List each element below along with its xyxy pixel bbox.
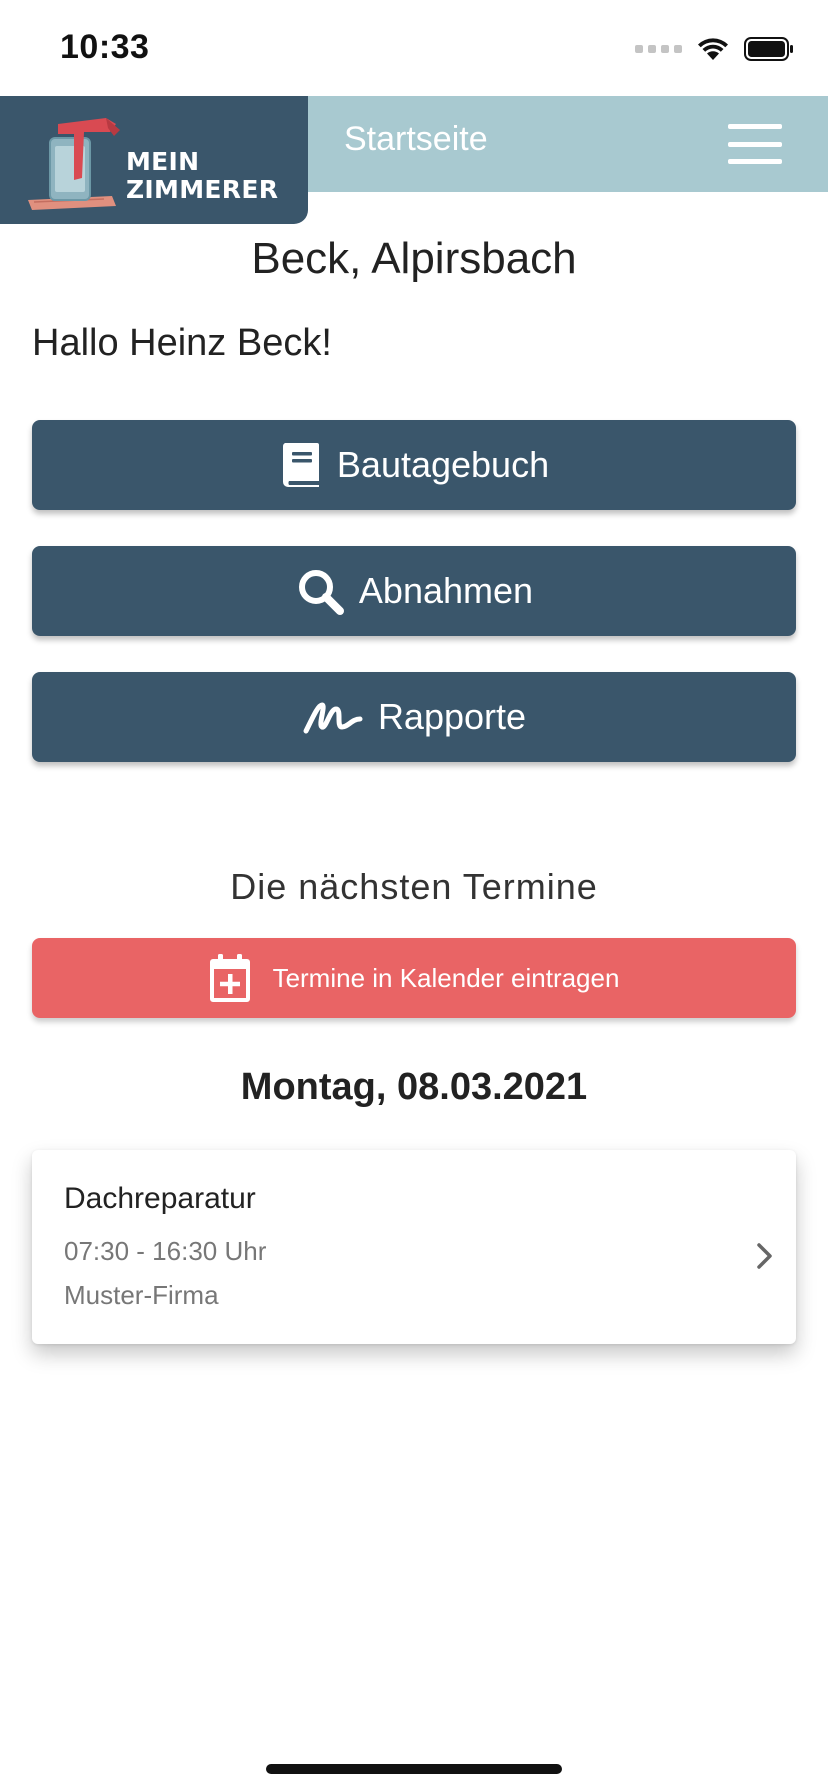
home-indicator[interactable] [266, 1764, 562, 1774]
logo-line-2: ZIMMERER [126, 175, 279, 204]
greeting-text: Hallo Heinz Beck! [32, 322, 332, 364]
event-time: 07:30 - 16:30 Uhr [64, 1236, 267, 1266]
cellular-signal-icon [635, 45, 682, 53]
status-time: 10:33 [60, 28, 150, 66]
event-title: Dachreparatur [64, 1182, 256, 1215]
logo-line-1: MEIN [126, 147, 200, 176]
add-to-calendar-button[interactable]: Termine in Kalender eintragen [32, 938, 796, 1018]
hamburger-menu-button[interactable] [728, 124, 782, 164]
rapporte-button[interactable]: Rapporte [32, 672, 796, 762]
signature-icon [303, 702, 363, 734]
rapporte-label: Rapporte [377, 696, 527, 737]
book-icon [282, 443, 319, 487]
abnahmen-button[interactable]: Abnahmen [32, 546, 796, 636]
logo-text: MEIN ZIMMERER [126, 148, 278, 204]
status-bar: 10:33 [0, 0, 828, 96]
wifi-icon [696, 36, 730, 62]
bautagebuch-button[interactable]: Bautagebuch [32, 420, 796, 510]
event-card[interactable]: Dachreparatur 07:30 - 16:30 Uhr Muster-F… [32, 1150, 796, 1344]
chevron-right-icon [756, 1242, 774, 1275]
event-company: Muster-Firma [64, 1280, 219, 1310]
calendar-plus-icon [209, 954, 250, 1002]
hammer-phone-logo-icon [24, 116, 124, 217]
search-icon [298, 570, 344, 615]
appointments-section-title: Die nächsten Termine [230, 866, 598, 907]
app-logo[interactable]: MEIN ZIMMERER [0, 96, 308, 224]
date-heading: Montag, 08.03.2021 [240, 1066, 588, 1108]
location-title: Beck, Alpirsbach [251, 234, 577, 283]
abnahmen-label: Abnahmen [358, 570, 534, 611]
add-to-calendar-label: Termine in Kalender eintragen [272, 962, 620, 993]
hamburger-icon [728, 124, 782, 129]
battery-icon [744, 37, 794, 61]
status-icons [635, 36, 794, 62]
app-screen: 10:33 MEIN ZIMMERER Startseite Beck, Alp… [0, 0, 828, 1792]
bautagebuch-label: Bautagebuch [336, 444, 550, 485]
page-title: Startseite [344, 120, 488, 158]
